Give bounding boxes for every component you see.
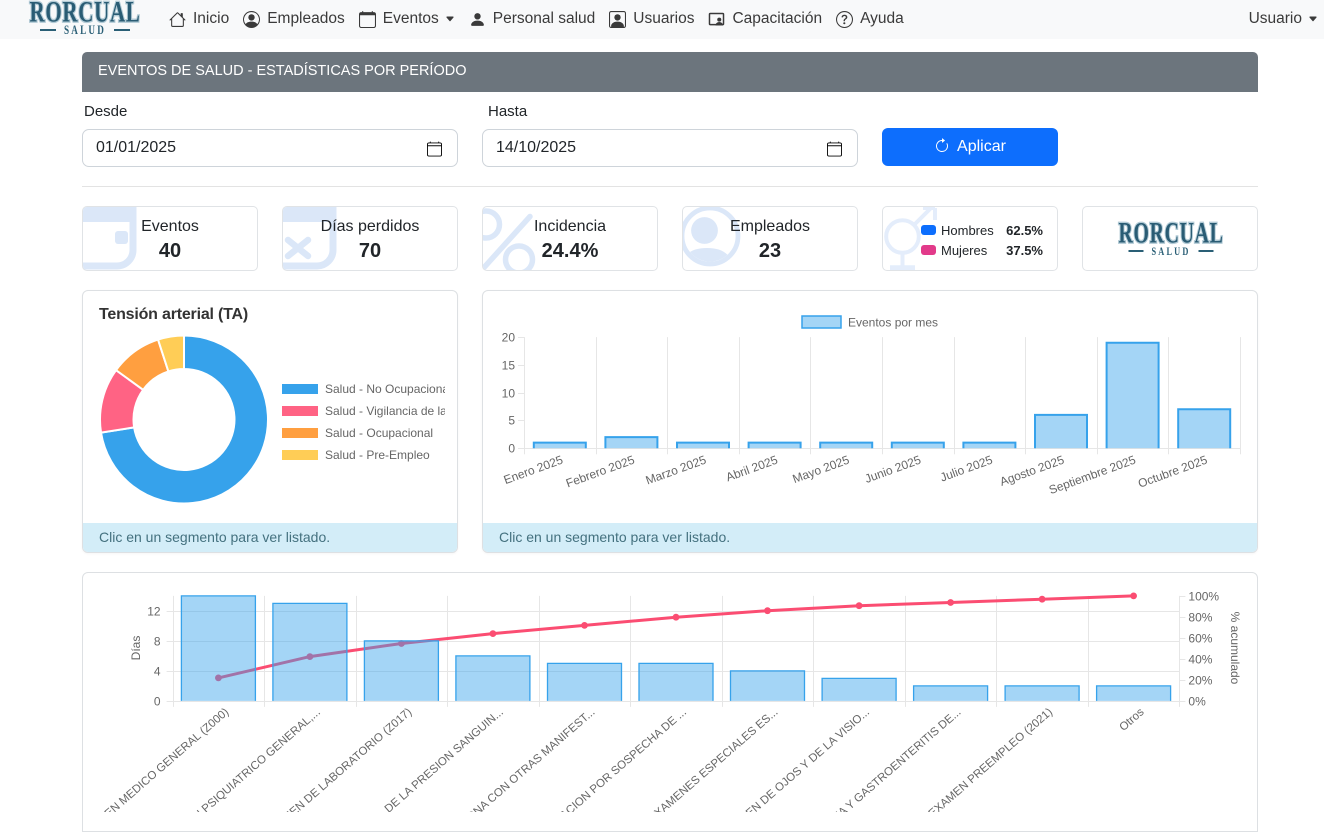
svg-text:EXAMEN DE LABORATORIO (Z017): EXAMEN DE LABORATORIO (Z017) [263,706,414,812]
svg-text:0: 0 [154,694,161,708]
svg-text:Otros: Otros [1117,706,1146,734]
svg-text:60%: 60% [1188,631,1212,645]
svg-text:SALUD: SALUD [1152,246,1191,258]
svg-text:Enero 2025: Enero 2025 [502,452,565,486]
svg-text:0: 0 [508,441,515,455]
svg-text:20: 20 [502,330,516,344]
svg-text:EXAMEN DE OJOS Y DE LA VISIO..: EXAMEN DE OJOS Y DE LA VISIO... [719,706,872,812]
svg-text:80%: 80% [1188,610,1212,624]
svg-text:Julio 2025: Julio 2025 [938,452,995,484]
svg-text:0%: 0% [1188,694,1206,708]
svg-text:Marzo 2025: Marzo 2025 [644,452,709,487]
svg-text:DIARREA Y GASTROENTERITIS DE..: DIARREA Y GASTROENTERITIS DE... [804,706,964,812]
svg-text:EXAMEN MEDICO GENERAL (Z000): EXAMEN MEDICO GENERAL (Z000) [82,706,231,812]
svg-text:40%: 40% [1188,652,1212,666]
svg-text:Febrero 2025: Febrero 2025 [564,452,637,490]
svg-text:Eventos por mes: Eventos por mes [848,315,938,329]
svg-text:5: 5 [508,413,515,427]
svg-text:15: 15 [502,358,516,372]
svg-text:Días: Días [129,635,143,660]
svg-text:4: 4 [154,664,161,678]
svg-text:% acumulado: % acumulado [1228,611,1242,684]
svg-text:PERSONA CON OTRAS MANIFEST...: PERSONA CON OTRAS MANIFEST... [441,706,597,812]
svg-text:Mayo 2025: Mayo 2025 [791,452,852,486]
svg-text:RORCUAL: RORCUAL [1119,217,1224,249]
svg-text:8: 8 [154,634,161,648]
svg-text:Abril 2025: Abril 2025 [724,452,780,484]
svg-text:OBSERVACION POR SOSPECHA DE ..: OBSERVACION POR SOSPECHA DE ... [523,706,689,812]
svg-text:EXAMEN PSIQUIATRICO GENERAL,..: EXAMEN PSIQUIATRICO GENERAL,... [161,706,323,812]
svg-text:100%: 100% [1188,589,1219,603]
svg-text:Octubre 2025: Octubre 2025 [1136,452,1209,490]
svg-text:12: 12 [147,604,161,618]
svg-text:20%: 20% [1188,673,1212,687]
svg-text:SALUD: SALUD [64,23,106,37]
svg-text:10: 10 [502,386,516,400]
svg-text:Junio 2025: Junio 2025 [863,452,923,485]
